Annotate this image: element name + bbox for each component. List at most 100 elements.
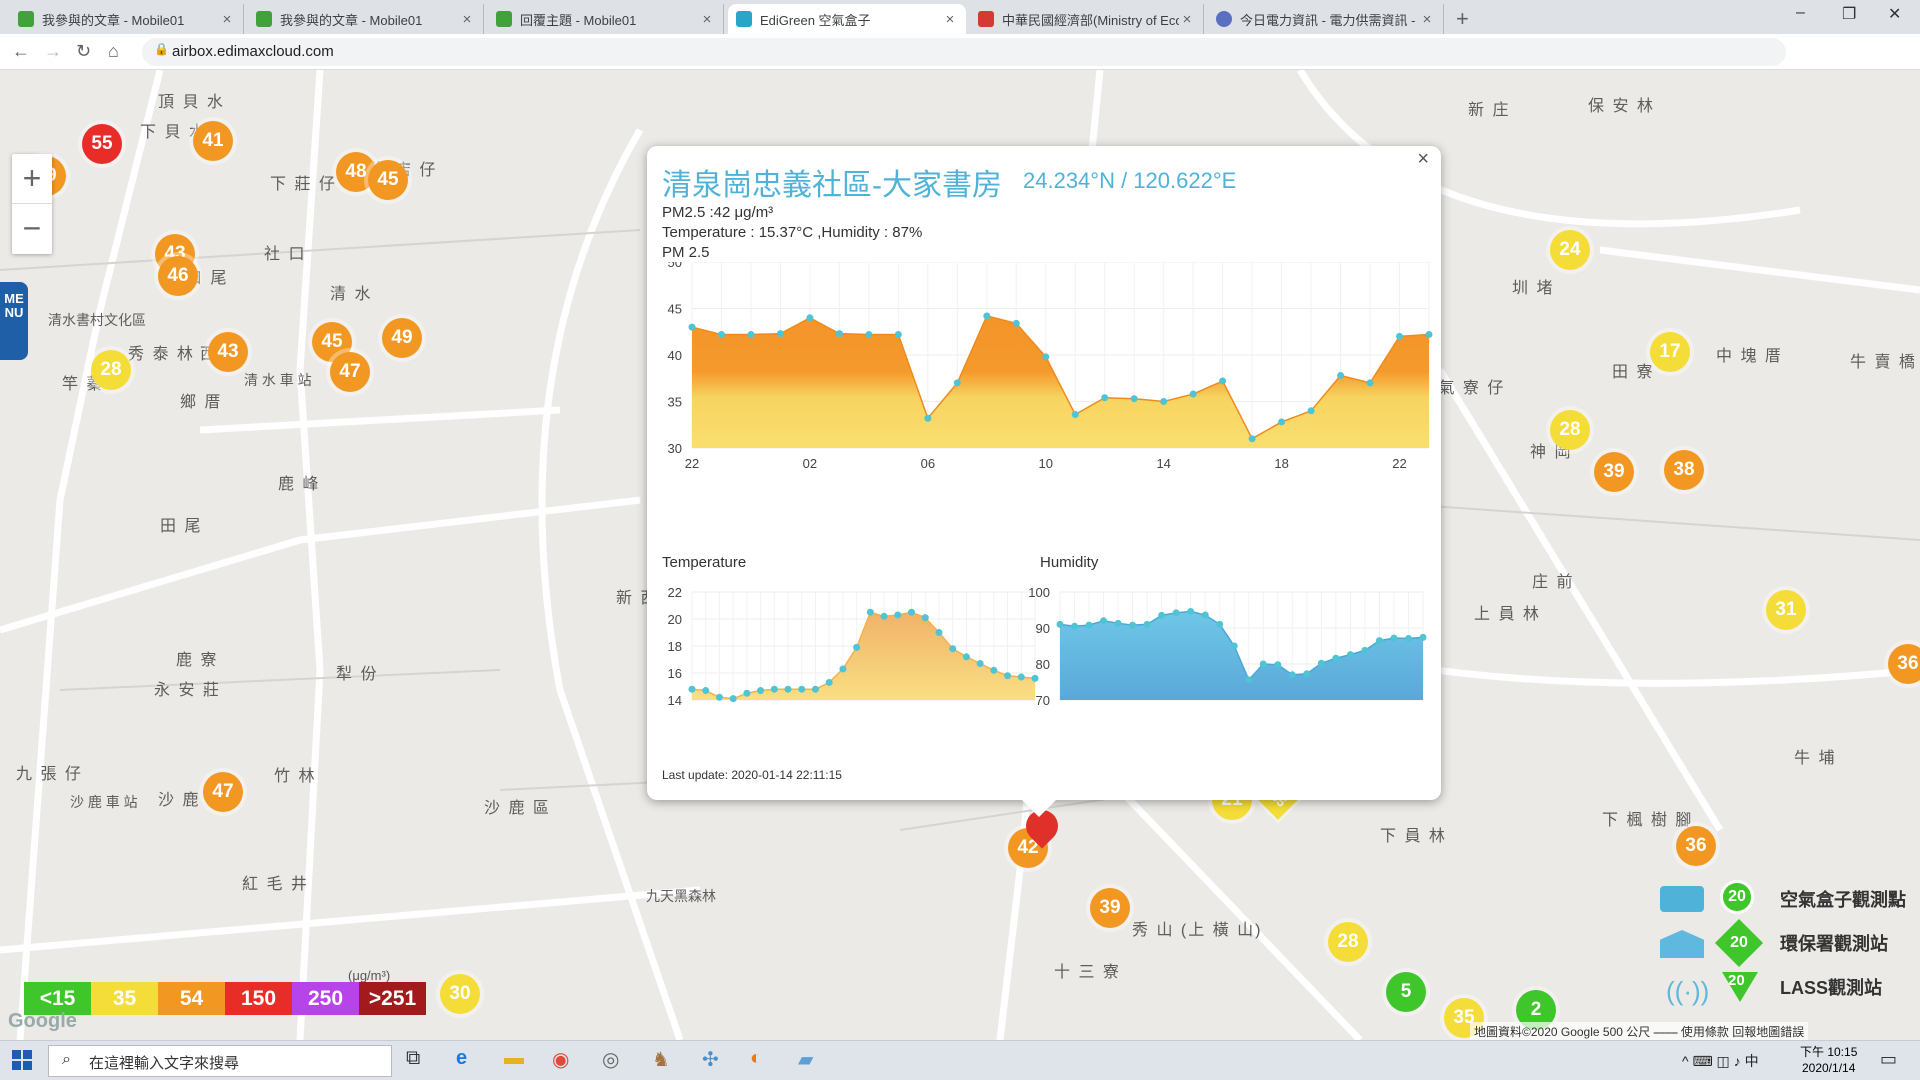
maximize-button[interactable]: ❐ <box>1842 4 1856 24</box>
map-attribution[interactable]: 地圖資料©2020 Google 500 公尺 ⎯⎯⎯⎯ 使用條款 回報地圖錯誤 <box>1470 1022 1809 1041</box>
google-logo: Google <box>8 1010 77 1032</box>
data-point <box>990 666 998 674</box>
x-tick-label: 06 <box>921 456 935 471</box>
air-station-marker[interactable]: 30 <box>440 974 480 1014</box>
data-point <box>1248 435 1256 443</box>
air-station-marker[interactable]: 45 <box>368 160 408 200</box>
data-point <box>1419 633 1427 641</box>
clock-date: 2020/1/14 <box>1801 1061 1856 1075</box>
airbox-marker-icon: 20 <box>1720 880 1754 914</box>
tab-close-icon[interactable]: × <box>219 11 235 28</box>
app-icon-1[interactable]: ◎ <box>602 1047 619 1072</box>
tab-close-icon[interactable]: × <box>459 11 475 28</box>
tab-2[interactable]: 我參與的文章 - Mobile01 × <box>248 4 484 34</box>
air-station-marker[interactable]: 47 <box>330 352 370 392</box>
task-view-icon[interactable]: ⧉ <box>406 1047 420 1070</box>
zoom-in-button[interactable]: + <box>12 154 52 204</box>
tab-1[interactable]: 我參與的文章 - Mobile01 × <box>10 4 244 34</box>
air-station-marker[interactable]: 31 <box>1766 590 1806 630</box>
air-station-marker[interactable]: 28 <box>91 350 131 390</box>
edigreen-favicon-icon <box>736 11 752 27</box>
data-point <box>839 665 847 673</box>
reload-icon[interactable]: ↻ <box>76 41 91 62</box>
air-station-marker[interactable]: 17 <box>1650 332 1690 372</box>
x-tick-label: 14 <box>1156 456 1170 471</box>
close-window-button[interactable]: ✕ <box>1888 4 1901 24</box>
air-station-marker[interactable]: 28 <box>1328 922 1368 962</box>
edge-browser-icon[interactable]: e <box>456 1047 467 1070</box>
place-label: 永 安 莊 <box>154 682 221 699</box>
new-tab-button[interactable]: + <box>1456 6 1469 32</box>
pm-legend: <15 35 54 150 250 >251 <box>24 982 426 1015</box>
tab-3[interactable]: 回覆主題 - Mobile01 × <box>488 4 724 34</box>
data-point <box>962 653 970 661</box>
taipower-favicon-icon <box>1216 11 1232 27</box>
air-station-marker[interactable]: 47 <box>203 772 243 812</box>
data-point <box>1396 332 1404 340</box>
data-point <box>1187 607 1195 615</box>
data-point <box>983 312 991 320</box>
clock[interactable]: 下午 10:15 2020/1/14 <box>1800 1044 1857 1076</box>
home-icon[interactable]: ⌂ <box>108 41 119 62</box>
air-station-marker[interactable]: 5 <box>1386 972 1426 1012</box>
tab-close-icon[interactable]: × <box>1419 11 1435 28</box>
place-label: 紅 毛 井 <box>242 876 309 893</box>
pm25-chart-label: PM 2.5 <box>662 244 710 261</box>
station-popup: 清泉崗忠義社區-大家書房 24.234°N / 120.622°E × PM2.… <box>647 146 1441 817</box>
air-station-marker[interactable]: 39 <box>1594 452 1634 492</box>
tab-6[interactable]: 今日電力資訊 - 電力供需資訊 - ... × <box>1208 4 1444 34</box>
data-point <box>1101 394 1109 402</box>
air-station-marker[interactable]: 24 <box>1550 230 1590 270</box>
air-station-marker[interactable]: 55 <box>82 124 122 164</box>
system-tray[interactable]: ^ ⌨ ◫ ♪ 中 <box>1682 1051 1759 1071</box>
data-point <box>1216 620 1224 628</box>
popup-close-button[interactable]: × <box>1417 148 1429 171</box>
air-station-marker[interactable]: 36 <box>1888 644 1920 684</box>
back-arrow-icon[interactable]: ← <box>12 41 30 62</box>
place-label: 上 員 林 <box>1474 606 1541 623</box>
forward-arrow-icon[interactable]: → <box>44 41 62 62</box>
air-station-marker[interactable]: 43 <box>208 332 248 372</box>
data-point <box>1114 619 1122 627</box>
y-tick-label: 18 <box>668 639 682 654</box>
air-station-marker[interactable]: 49 <box>382 318 422 358</box>
app-icon-3[interactable]: ✣ <box>702 1047 719 1072</box>
air-station-marker[interactable]: 39 <box>1090 888 1130 928</box>
data-point <box>702 687 710 695</box>
app-icon-4[interactable]: ▰ <box>798 1047 813 1072</box>
place-label: 沙 鹿 <box>158 792 201 809</box>
taskbar-search-input[interactable]: 在這裡輸入文字來搜尋 <box>48 1045 392 1077</box>
place-label: 秀 山 (上 橫 山) <box>1132 922 1263 939</box>
data-point <box>1160 398 1168 405</box>
blender-icon[interactable]: ◐ <box>750 1047 762 1070</box>
notification-icon[interactable]: ▭ <box>1880 1049 1897 1070</box>
data-point <box>784 685 792 693</box>
minimize-button[interactable]: – <box>1796 4 1805 22</box>
humidity-chart-title: Humidity <box>1040 554 1099 571</box>
data-point <box>866 608 874 616</box>
data-point <box>1337 371 1345 379</box>
place-label: 下 楓 樹 腳 <box>1602 812 1694 829</box>
file-explorer-icon[interactable]: ▬ <box>504 1047 524 1070</box>
air-station-marker[interactable]: 41 <box>193 121 233 161</box>
airbox-legend-label: 空氣盒子觀測點 <box>1780 890 1906 910</box>
air-station-marker[interactable]: 28 <box>1550 410 1590 450</box>
place-label: 鹿 寮 <box>176 652 219 669</box>
zoom-out-button[interactable]: − <box>12 204 52 254</box>
app-icon-2[interactable]: ♞ <box>652 1047 670 1072</box>
place-label: 下 員 林 <box>1380 828 1447 845</box>
tab-close-icon[interactable]: × <box>942 11 958 28</box>
address-bar[interactable]: airbox.edimaxcloud.com <box>142 38 1786 66</box>
tab-close-icon[interactable]: × <box>1179 11 1195 28</box>
tab-4-active[interactable]: EdiGreen 空氣盒子 × <box>728 4 966 34</box>
menu-button[interactable]: MENU <box>0 282 28 360</box>
chrome-icon[interactable]: ◉ <box>552 1047 569 1072</box>
air-station-marker[interactable]: 46 <box>158 256 198 296</box>
temperature-chart: 14 16 18 20 22 <box>668 585 1039 708</box>
air-station-marker[interactable]: 38 <box>1664 450 1704 490</box>
data-point <box>1274 661 1282 669</box>
tab-5[interactable]: 中華民國經濟部(Ministry of Eco × <box>970 4 1204 34</box>
windows-start-icon[interactable] <box>12 1050 32 1070</box>
air-station-marker[interactable]: 36 <box>1676 826 1716 866</box>
tab-close-icon[interactable]: × <box>699 11 715 28</box>
